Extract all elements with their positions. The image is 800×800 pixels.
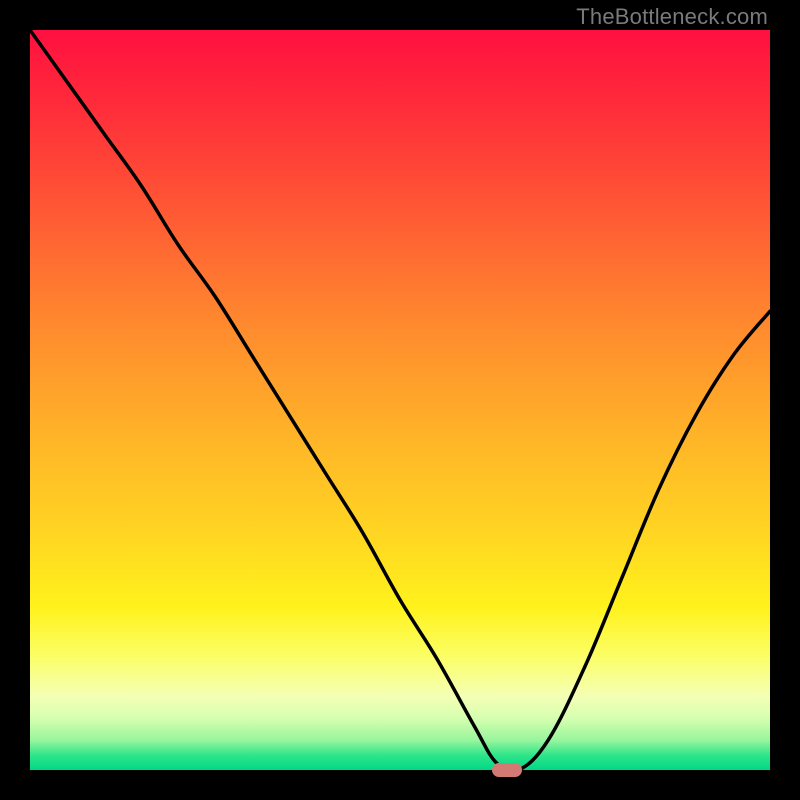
chart-frame: TheBottleneck.com	[0, 0, 800, 800]
plot-area	[30, 30, 770, 770]
watermark-text: TheBottleneck.com	[576, 4, 768, 30]
curve-svg	[30, 30, 770, 770]
bottleneck-curve-path	[30, 30, 770, 772]
optimum-marker	[492, 763, 522, 777]
